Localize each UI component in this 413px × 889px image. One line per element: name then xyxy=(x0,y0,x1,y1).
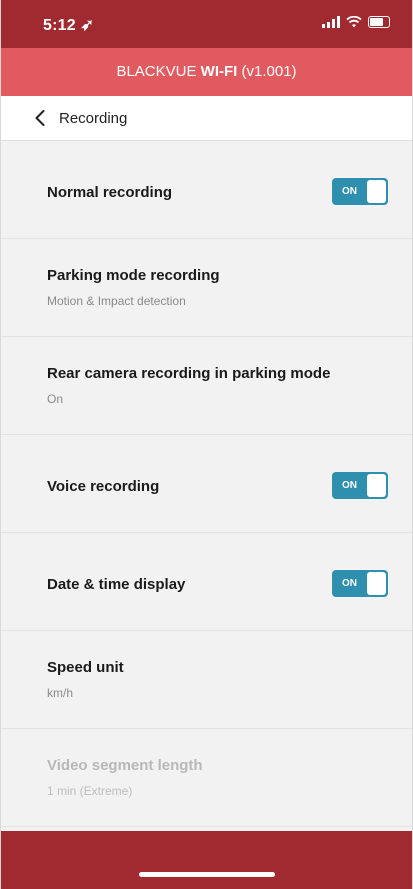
normal-recording-toggle[interactable]: ON xyxy=(332,178,388,205)
setting-value: Motion & Impact detection xyxy=(47,294,186,308)
setting-rear-camera-parking[interactable]: Rear camera recording in parking mode On xyxy=(1,337,412,435)
bottom-bar xyxy=(1,831,412,889)
setting-title: Normal recording xyxy=(47,184,173,201)
app-wifi-label: WI-FI xyxy=(200,63,238,80)
location-arrow-icon: ➶ xyxy=(80,17,95,34)
voice-recording-toggle[interactable]: ON xyxy=(332,472,388,499)
setting-value: On xyxy=(47,392,64,406)
app-version: (v1.001) xyxy=(241,63,297,80)
setting-title: Rear camera recording in parking mode xyxy=(47,365,331,382)
date-time-display-toggle[interactable]: ON xyxy=(332,570,388,597)
cellular-signal-icon xyxy=(322,16,340,28)
setting-parking-mode-recording[interactable]: Parking mode recording Motion & Impact d… xyxy=(1,239,412,337)
setting-normal-recording[interactable]: Normal recording ON xyxy=(1,141,412,239)
home-indicator[interactable] xyxy=(138,872,275,877)
wifi-icon xyxy=(346,16,362,28)
battery-icon xyxy=(368,16,390,28)
setting-title: Video segment length xyxy=(47,757,203,774)
nav-bar: Recording xyxy=(1,96,412,141)
setting-title: Speed unit xyxy=(47,659,124,676)
settings-list: Normal recording ON Parking mode recordi… xyxy=(1,141,412,827)
setting-title: Date & time display xyxy=(47,576,186,593)
app-header: BLACKVUE WI-FI (v1.001) xyxy=(1,48,412,96)
toggle-knob xyxy=(367,180,386,203)
toggle-knob xyxy=(367,572,386,595)
setting-speed-unit[interactable]: Speed unit km/h xyxy=(1,631,412,729)
toggle-state: ON xyxy=(342,186,357,197)
status-icons xyxy=(322,16,390,28)
phone-screen: 5:12 ➶ BLACKVUE WI-FI (v1.001) Recording xyxy=(0,0,413,889)
setting-title: Voice recording xyxy=(47,478,160,495)
setting-title: Parking mode recording xyxy=(47,267,220,284)
status-time: 5:12 ➶ xyxy=(43,17,95,34)
setting-value: 1 min (Extreme) xyxy=(47,784,133,798)
setting-video-segment-length: Video segment length 1 min (Extreme) xyxy=(1,729,412,827)
setting-value: km/h xyxy=(47,686,74,700)
toggle-knob xyxy=(367,474,386,497)
setting-voice-recording[interactable]: Voice recording ON xyxy=(1,435,412,533)
chevron-left-icon xyxy=(35,110,45,126)
toggle-state: ON xyxy=(342,578,357,589)
status-bar: 5:12 ➶ xyxy=(1,0,412,48)
page-title: Recording xyxy=(59,109,128,127)
setting-date-time-display[interactable]: Date & time display ON xyxy=(1,533,412,631)
app-brand: BLACKVUE xyxy=(116,63,197,80)
toggle-state: ON xyxy=(342,480,357,491)
back-button[interactable]: Recording xyxy=(1,96,127,140)
